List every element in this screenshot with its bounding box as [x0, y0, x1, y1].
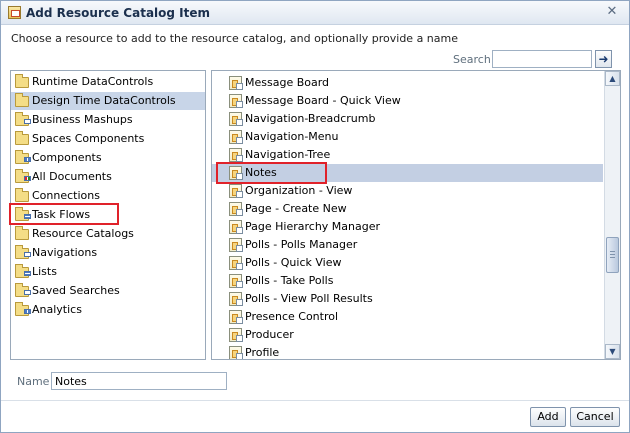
taskflow-icon: [229, 256, 243, 270]
taskflow-icon: [229, 184, 243, 198]
list-item[interactable]: Navigation-Menu: [212, 128, 603, 146]
folder-icon: [15, 74, 29, 88]
chart-folder-icon: [15, 169, 31, 183]
folder-icon: [15, 226, 29, 240]
scrollbar-thumb[interactable]: [606, 237, 619, 273]
list-item-all-documents[interactable]: All Documents: [11, 168, 205, 186]
taskflow-icon: [229, 166, 243, 180]
list-item[interactable]: Message Board - Quick View: [212, 92, 603, 110]
taskflow-icon: [229, 76, 243, 90]
resource-list-scrollbar[interactable]: ▲ ▼: [604, 71, 620, 359]
list-item[interactable]: Navigation-Tree: [212, 146, 603, 164]
list-item-spaces-components[interactable]: Spaces Components: [11, 130, 205, 148]
add-button[interactable]: Add: [530, 407, 566, 427]
name-label: Name: [17, 375, 50, 388]
search-input[interactable]: [492, 50, 592, 68]
taskflow-icon: [229, 310, 243, 324]
list-item[interactable]: Profile: [212, 344, 603, 359]
close-icon[interactable]: ✕: [605, 5, 619, 19]
folder-icon: [15, 93, 29, 107]
taskflow-icon: [229, 238, 243, 252]
list-item-lists[interactable]: Lists: [11, 263, 205, 281]
list-item-notes[interactable]: Notes: [212, 164, 603, 182]
list-item[interactable]: Polls - Polls Manager: [212, 236, 603, 254]
search-folder-icon: [15, 283, 31, 297]
dialog-title: Add Resource Catalog Item: [26, 6, 211, 20]
cancel-button[interactable]: Cancel: [570, 407, 620, 427]
navigation-folder-icon: [15, 245, 31, 259]
catalog-icon: [8, 6, 21, 19]
list-item[interactable]: Message Board: [212, 74, 603, 92]
add-resource-catalog-item-dialog: Add Resource Catalog Item ✕ Choose a res…: [0, 0, 630, 433]
list-item-navigations[interactable]: Navigations: [11, 244, 205, 262]
scroll-down-icon[interactable]: ▼: [605, 344, 620, 359]
list-item-resource-catalogs[interactable]: Resource Catalogs: [11, 225, 205, 243]
taskflow-icon: [229, 94, 243, 108]
list-item[interactable]: Navigation-Breadcrumb: [212, 110, 603, 128]
name-input[interactable]: [51, 372, 227, 390]
resource-list: Message Board Message Board - Quick View…: [211, 70, 621, 360]
footer-divider: [1, 400, 629, 401]
list-item[interactable]: Presence Control: [212, 308, 603, 326]
list-item[interactable]: Polls - Quick View: [212, 254, 603, 272]
analytics-folder-icon: [15, 302, 31, 316]
taskflow-icon: [229, 220, 243, 234]
taskflow-icon: [229, 148, 243, 162]
list-item[interactable]: Polls - Take Polls: [212, 272, 603, 290]
taskflow-folder-icon: [15, 207, 31, 221]
instructions-text: Choose a resource to add to the resource…: [11, 32, 458, 45]
scroll-up-icon[interactable]: ▲: [605, 71, 620, 86]
folder-icon: [15, 188, 29, 202]
list-item-saved-searches[interactable]: Saved Searches: [11, 282, 205, 300]
folder-icon: [15, 131, 29, 145]
list-item-task-flows[interactable]: Task Flows: [11, 206, 205, 224]
list-item-connections[interactable]: Connections: [11, 187, 205, 205]
list-item-components[interactable]: Components: [11, 149, 205, 167]
arrow-right-icon: ➜: [598, 52, 609, 66]
list-item[interactable]: Organization - View: [212, 182, 603, 200]
list-item[interactable]: Page - Create New: [212, 200, 603, 218]
taskflow-icon: [229, 292, 243, 306]
taskflow-icon: [229, 274, 243, 288]
category-list: Runtime DataControls Design Time DataCon…: [10, 70, 206, 360]
taskflow-icon: [229, 346, 243, 359]
search-go-button[interactable]: ➜: [595, 50, 612, 68]
taskflow-icon: [229, 328, 243, 342]
dialog-titlebar: Add Resource Catalog Item ✕: [1, 1, 629, 25]
search-label: Search: [453, 53, 491, 66]
list-folder-icon: [15, 264, 31, 278]
taskflow-icon: [229, 130, 243, 144]
taskflow-icon: [229, 112, 243, 126]
mashup-folder-icon: [15, 112, 31, 126]
list-item-design-time-datacontrols[interactable]: Design Time DataControls: [11, 92, 205, 110]
list-item-analytics[interactable]: Analytics: [11, 301, 205, 319]
list-item[interactable]: Producer: [212, 326, 603, 344]
grid-folder-icon: [15, 150, 31, 164]
taskflow-icon: [229, 202, 243, 216]
list-item[interactable]: Polls - View Poll Results: [212, 290, 603, 308]
list-item-runtime-datacontrols[interactable]: Runtime DataControls: [11, 73, 205, 91]
list-item[interactable]: Page Hierarchy Manager: [212, 218, 603, 236]
list-item-business-mashups[interactable]: Business Mashups: [11, 111, 205, 129]
